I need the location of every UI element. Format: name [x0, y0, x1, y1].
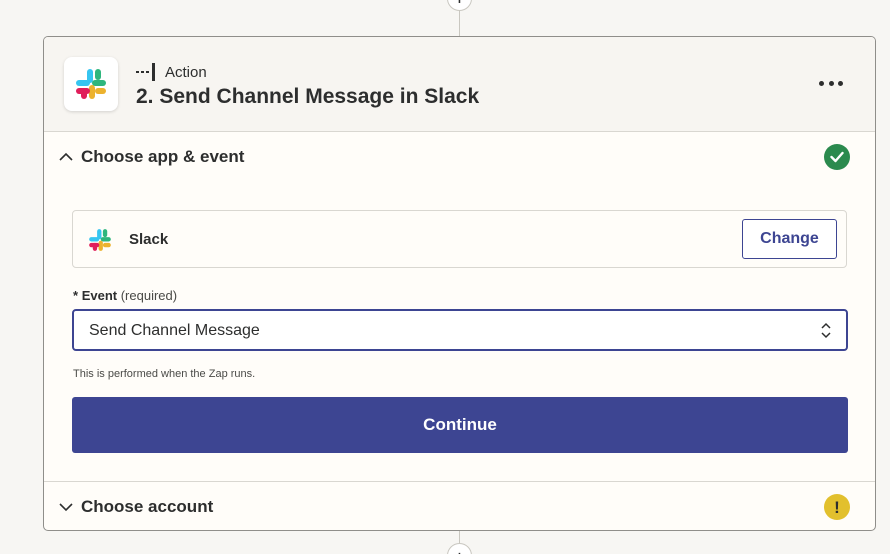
chevron-down-icon	[59, 503, 73, 512]
check-circle-icon	[824, 144, 850, 170]
app-name: Slack	[129, 231, 169, 248]
step-card: Action 2. Send Channel Message in Slack …	[43, 36, 876, 531]
more-horizontal-icon	[819, 80, 824, 86]
section-title: Choose app & event	[81, 147, 245, 166]
section-body-app-event: Slack Change * Event (required) Send Cha…	[44, 182, 875, 482]
add-step-bottom-button[interactable]: +	[447, 543, 472, 554]
chevron-up-icon	[59, 152, 73, 161]
continue-button[interactable]: Continue	[72, 397, 848, 453]
add-step-top-button[interactable]: +	[447, 0, 472, 11]
selected-app-row: Slack Change	[72, 210, 847, 268]
warning-circle-icon: !	[824, 494, 850, 520]
step-header[interactable]: Action 2. Send Channel Message in Slack	[44, 37, 875, 132]
step-type-label: Action	[165, 63, 207, 81]
event-select-value: Send Channel Message	[89, 322, 260, 339]
action-step-icon	[136, 63, 155, 81]
event-help-text: This is performed when the Zap runs.	[73, 368, 256, 380]
event-field-label: * Event (required)	[73, 288, 177, 303]
section-header-app-event[interactable]: Choose app & event	[44, 132, 875, 182]
required-marker: *	[73, 288, 79, 303]
section-header-account[interactable]: Choose account !	[44, 482, 875, 530]
event-label-text: Event	[81, 288, 118, 303]
change-app-button[interactable]: Change	[742, 219, 837, 259]
more-options-button[interactable]	[819, 75, 843, 91]
select-updown-icon	[821, 322, 831, 339]
slack-logo-icon	[64, 57, 118, 111]
plus-icon: +	[455, 549, 463, 554]
plus-icon: +	[455, 0, 463, 6]
event-select[interactable]: Send Channel Message	[72, 309, 848, 351]
section-title: Choose account	[81, 497, 214, 516]
required-hint: (required)	[120, 288, 178, 303]
slack-logo-icon	[89, 229, 111, 251]
step-title: 2. Send Channel Message in Slack	[136, 85, 480, 108]
step-type: Action	[136, 63, 207, 81]
